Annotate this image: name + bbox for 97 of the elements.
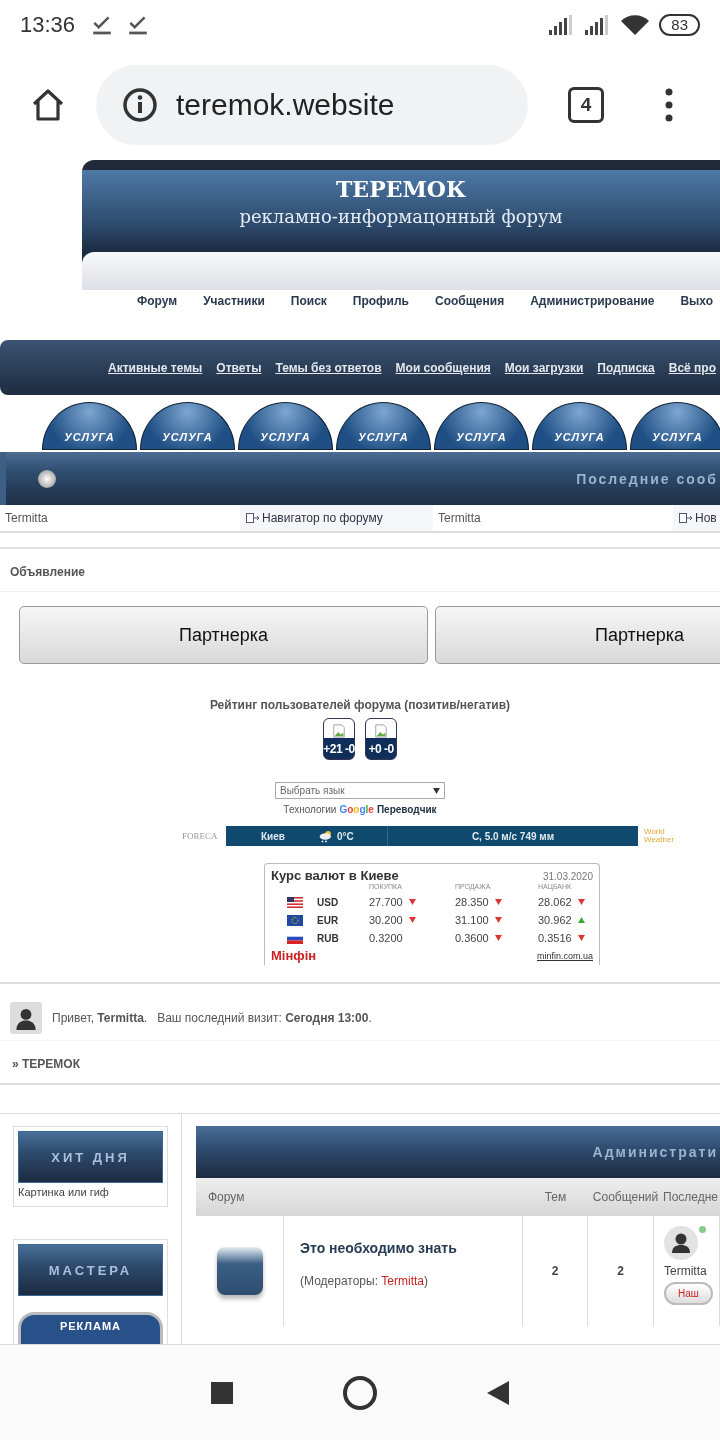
quick-link[interactable]: Всё про xyxy=(668,360,717,375)
avatar-icon xyxy=(664,1226,698,1260)
avatar-icon xyxy=(10,1002,42,1034)
panel-header: ХИТ ДНЯ xyxy=(18,1131,163,1183)
back-icon[interactable] xyxy=(487,1380,509,1405)
info-icon xyxy=(122,87,158,123)
nav-link[interactable]: Сообщения xyxy=(435,294,505,308)
language-select[interactable]: Выбрать язык xyxy=(275,782,445,799)
exchange-rate: 27.700 xyxy=(369,896,403,908)
menu-icon[interactable] xyxy=(664,87,674,123)
currency-date: 31.03.2020 xyxy=(542,871,593,882)
nav-link[interactable]: Форум xyxy=(137,294,178,308)
translator-caption: Технологии xyxy=(283,804,337,815)
forum-link[interactable]: Это необходимо знать xyxy=(300,1240,522,1256)
weather-details: С, 5.0 м/с 749 мм xyxy=(470,830,556,842)
nav-link[interactable]: Выхо xyxy=(680,294,714,308)
exchange-rate: 30.200 xyxy=(369,914,403,926)
flag-icon xyxy=(287,896,303,908)
rating-badge: +21 -0 xyxy=(323,718,355,760)
download-done-icon xyxy=(91,14,114,36)
exchange-rate: 0.3516 xyxy=(538,932,572,944)
exchange-rate: 28.350 xyxy=(455,896,489,908)
nav-link[interactable]: Профиль xyxy=(352,294,409,308)
exchange-rate: 30.962 xyxy=(538,914,572,926)
service-tab[interactable]: УСЛУГА xyxy=(140,402,235,450)
forum-icon xyxy=(216,1247,263,1295)
battery-indicator: 83 xyxy=(659,14,700,36)
exchange-rate: 28.062 xyxy=(538,896,572,908)
moderators-text: (Модераторы: Termitta) xyxy=(300,1274,429,1288)
latest-posts-title: Последние сооб xyxy=(576,470,718,487)
column-header: Форум xyxy=(207,1190,246,1204)
service-tab[interactable]: УСЛУГА xyxy=(532,402,627,450)
post-icon xyxy=(246,513,260,523)
flag-icon xyxy=(287,914,303,926)
status-time: 13:36 xyxy=(20,12,76,38)
home-icon[interactable] xyxy=(30,87,66,123)
quick-link[interactable]: Мои загрузки xyxy=(504,360,584,375)
wifi-icon xyxy=(621,15,650,35)
category-header: Администрати xyxy=(196,1126,720,1178)
partner-button[interactable]: Партнерка xyxy=(435,606,720,664)
breadcrumb[interactable]: » ТЕРЕМОК xyxy=(0,1041,720,1085)
quick-link[interactable]: Темы без ответов xyxy=(275,360,382,375)
weather-temperature: 0°C xyxy=(337,830,355,842)
column-header: Последне xyxy=(663,1190,719,1204)
google-logo: Google xyxy=(339,804,374,815)
forum-title: ТЕРЕМОК xyxy=(336,176,466,202)
exchange-rate: 31.100 xyxy=(455,914,489,926)
quick-link[interactable]: Мои сообщения xyxy=(395,360,491,375)
announcement-heading: Объявление xyxy=(0,547,720,592)
translator-label: Переводчик xyxy=(376,804,437,815)
quick-link[interactable]: Ответы xyxy=(216,360,262,375)
service-tab[interactable]: УСЛУГА xyxy=(336,402,431,450)
currency-code: EUR xyxy=(317,914,340,926)
minfin-logo: Мінфін xyxy=(271,948,317,963)
nav-link[interactable]: Участники xyxy=(203,294,265,308)
quick-link[interactable]: Подписка xyxy=(597,360,655,375)
address-bar[interactable]: teremok.website xyxy=(96,65,528,145)
panel-caption: Картинка или гиф xyxy=(18,1185,110,1200)
author-name[interactable]: Termitta xyxy=(433,511,673,525)
post-icon xyxy=(679,513,693,523)
currency-title: Курс валют в Киеве xyxy=(271,868,399,883)
topic-count: 2 xyxy=(523,1216,588,1326)
quick-link[interactable]: Активные темы xyxy=(108,360,203,375)
service-tab[interactable]: УСЛУГА xyxy=(238,402,333,450)
tab-switcher-button[interactable]: 4 xyxy=(568,87,604,123)
home-icon[interactable] xyxy=(343,1375,377,1410)
rating-badge: +0 -0 xyxy=(365,718,397,760)
exchange-rate: 0.3600 xyxy=(455,932,489,944)
exchange-rate: 0.3200 xyxy=(369,932,403,944)
message-button[interactable]: Наш xyxy=(664,1282,713,1305)
rating-title: Рейтинг пользователей форума (позитив/негатив) xyxy=(208,698,512,712)
ad-button[interactable]: РЕКЛАМА xyxy=(18,1312,163,1345)
pause-icon[interactable] xyxy=(38,469,56,488)
nav-link[interactable]: Администрирование xyxy=(530,294,655,308)
service-tab[interactable]: УСЛУГА xyxy=(42,402,137,450)
service-tab[interactable]: УСЛУГА xyxy=(434,402,529,450)
download-done-icon xyxy=(127,14,150,36)
column-header: Сообщений xyxy=(591,1190,660,1204)
service-tab[interactable]: УСЛУГА xyxy=(630,402,720,450)
author-name[interactable]: Termitta xyxy=(664,1264,707,1278)
column-header: Тем xyxy=(543,1190,568,1204)
weather-provider-logo: FORECA xyxy=(182,831,219,841)
partner-button[interactable]: Партнерка xyxy=(19,606,428,664)
weather-city: Киев xyxy=(261,830,286,842)
welcome-message: Привет, Termitta. Ваш последний визит: Сегодня 13:00. xyxy=(52,1011,372,1025)
nav-link[interactable]: Поиск xyxy=(290,294,327,308)
currency-code: USD xyxy=(317,896,340,908)
recents-icon[interactable] xyxy=(211,1381,233,1404)
weather-provider-logo: World Weather xyxy=(644,828,674,844)
minfin-link[interactable]: minfin.com.ua xyxy=(536,950,593,961)
author-name[interactable]: Termitta xyxy=(0,511,240,525)
dropdown-caret-icon xyxy=(433,787,440,794)
panel-header: МАСТЕРА xyxy=(18,1244,163,1296)
currency-code: RUB xyxy=(317,932,340,944)
forum-subtitle: рекламно-информацонный форум xyxy=(239,206,563,227)
post-count: 2 xyxy=(588,1216,654,1326)
snow-cloud-icon xyxy=(319,829,333,843)
